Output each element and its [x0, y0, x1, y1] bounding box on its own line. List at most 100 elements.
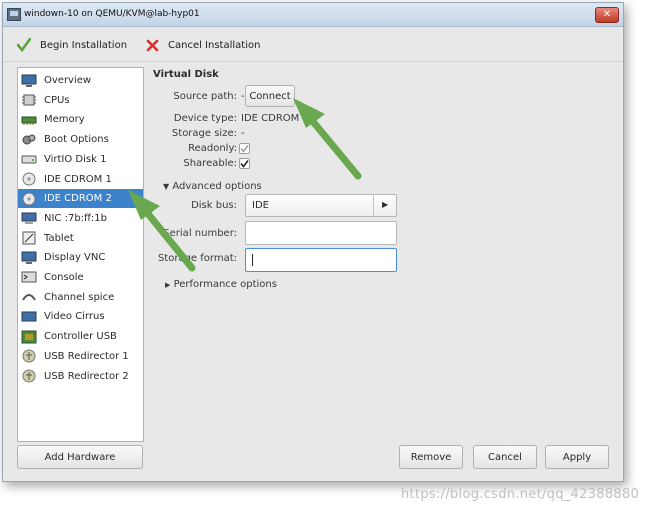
begin-installation-button[interactable]: Begin Installation: [17, 35, 127, 55]
detail-panel: Virtual Disk Source path: - Connect Devi…: [153, 63, 613, 443]
device-type-label: Device type:: [173, 113, 237, 124]
storage-format-field[interactable]: [245, 248, 397, 272]
remove-button[interactable]: Remove: [399, 445, 463, 469]
watermark: https://blog.csdn.net/qq_42388880: [401, 487, 640, 502]
controller-icon: [21, 330, 37, 344]
sidebar-item-label: CPUs: [44, 94, 70, 106]
cdrom-icon: [21, 172, 37, 186]
cancel-installation-label: Cancel Installation: [168, 39, 261, 51]
sidebar-item-channel-spice[interactable]: Channel spice: [18, 288, 143, 307]
sidebar-item-memory[interactable]: Memory: [18, 110, 143, 129]
nic-icon: [21, 211, 37, 225]
sidebar-item-label: IDE CDROM 1: [44, 173, 112, 185]
expander-open-icon: ▼: [163, 182, 170, 191]
disk-bus-select[interactable]: IDE ▶: [245, 194, 397, 217]
disk-bus-dropdown[interactable]: ▶: [373, 195, 396, 216]
sidebar-item-usb-redirector-2[interactable]: USB Redirector 2: [18, 367, 143, 386]
sidebar-item-video-cirrus[interactable]: Video Cirrus: [18, 307, 143, 326]
readonly-checkbox[interactable]: [239, 143, 250, 154]
sidebar-item-usb-redirector-1[interactable]: USB Redirector 1: [18, 347, 143, 366]
sidebar-item-ide-cdrom-1[interactable]: IDE CDROM 1: [18, 170, 143, 189]
close-icon: ✕: [602, 9, 612, 20]
cancel-x-icon: [146, 39, 159, 51]
vm-details-window: windown-10 on QEMU/KVM@lab-hyp01 ✕ Begin…: [2, 2, 624, 482]
connect-label: Connect: [249, 90, 291, 102]
section-title: Virtual Disk: [153, 69, 219, 80]
memory-icon: [21, 113, 37, 127]
apply-label: Apply: [562, 451, 592, 463]
advanced-options-expander[interactable]: ▼ Advanced options: [163, 181, 262, 192]
add-hardware-button[interactable]: Add Hardware: [17, 445, 143, 469]
window-title: windown-10 on QEMU/KVM@lab-hyp01: [24, 9, 200, 19]
expander-closed-icon: ▶: [165, 281, 171, 289]
disk-bus-label: Disk bus:: [191, 200, 237, 211]
storage-format-label: Storage format:: [157, 253, 237, 264]
overview-icon: [21, 74, 37, 88]
console-icon: [21, 271, 37, 285]
performance-options-expander[interactable]: ▶ Performance options: [165, 279, 277, 290]
title-bar: windown-10 on QEMU/KVM@lab-hyp01 ✕: [3, 3, 623, 27]
app-icon: [7, 8, 21, 21]
cancel-installation-button[interactable]: Cancel Installation: [146, 35, 260, 55]
advanced-options-label: Advanced options: [172, 181, 262, 192]
sidebar-item-label: Video Cirrus: [44, 311, 105, 323]
cdrom-icon: [21, 192, 37, 206]
storage-size-value: -: [241, 128, 245, 139]
sidebar-item-label: VirtIO Disk 1: [44, 153, 107, 165]
sidebar-item-label: Boot Options: [44, 134, 109, 146]
sidebar-item-label: USB Redirector 2: [44, 370, 129, 382]
sidebar-item-virtio-disk-1[interactable]: VirtIO Disk 1: [18, 150, 143, 169]
sidebar-item-label: Controller USB: [44, 331, 117, 343]
usb-icon: [21, 369, 37, 383]
text-cursor: [252, 254, 253, 266]
display-icon: [21, 251, 37, 265]
shareable-checkbox[interactable]: [239, 158, 250, 169]
cancel-label: Cancel: [488, 451, 522, 463]
sidebar-item-label: Overview: [44, 75, 92, 86]
sidebar-item-label: Channel spice: [44, 291, 115, 303]
toolbar: Begin Installation Cancel Installation: [3, 27, 623, 62]
close-window-button[interactable]: ✕: [595, 7, 619, 23]
begin-installation-label: Begin Installation: [40, 39, 128, 51]
usb-icon: [21, 349, 37, 363]
checkmark-icon: [17, 38, 31, 52]
source-path-label: Source path:: [173, 91, 237, 102]
sidebar-item-label: Display VNC: [44, 252, 106, 264]
sidebar-item-label: IDE CDROM 2: [44, 193, 112, 205]
disk-bus-value: IDE: [252, 200, 269, 211]
add-hardware-label: Add Hardware: [44, 451, 116, 463]
sidebar-item-display-vnc[interactable]: Display VNC: [18, 248, 143, 267]
sidebar-item-console[interactable]: Console: [18, 268, 143, 287]
storage-size-label: Storage size:: [171, 128, 237, 139]
serial-number-label: Serial number:: [163, 228, 237, 239]
performance-options-label: Performance options: [173, 279, 277, 290]
connect-button[interactable]: Connect: [245, 85, 295, 107]
sidebar-item-nic-7b-ff-1b[interactable]: NIC :7b:ff:1b: [18, 209, 143, 228]
disk-icon: [21, 152, 37, 166]
shareable-label: Shareable:: [183, 158, 237, 169]
cancel-button[interactable]: Cancel: [473, 445, 537, 469]
chevron-right-icon: ▶: [382, 200, 389, 209]
channel-icon: [21, 290, 37, 304]
checkmark-icon: [240, 160, 249, 168]
sidebar-item-tablet[interactable]: Tablet: [18, 229, 143, 248]
sidebar-item-label: Console: [44, 272, 84, 283]
remove-label: Remove: [410, 451, 452, 463]
sidebar-item-cpus[interactable]: CPUs: [18, 91, 143, 110]
tablet-icon: [21, 231, 37, 245]
sidebar-item-boot-options[interactable]: Boot Options: [18, 130, 143, 149]
serial-number-field[interactable]: [245, 221, 397, 245]
sidebar-item-controller-usb[interactable]: Controller USB: [18, 327, 143, 346]
video-icon: [21, 310, 37, 324]
sidebar-item-label: NIC :7b:ff:1b: [44, 212, 108, 224]
boot-options-icon: [21, 133, 37, 147]
checkmark-icon: [240, 145, 249, 153]
sidebar-item-ide-cdrom-2[interactable]: IDE CDROM 2: [18, 189, 143, 209]
apply-button[interactable]: Apply: [545, 445, 609, 469]
sidebar-item-label: USB Redirector 1: [44, 350, 129, 362]
sidebar-item-overview[interactable]: Overview: [18, 71, 143, 90]
sidebar-item-label: Tablet: [44, 232, 74, 244]
sidebar-item-label: Memory: [44, 114, 85, 126]
cpu-icon: [21, 93, 37, 107]
hardware-list: Overview CPUs Memory Boot Options VirtIO Dis…: [17, 67, 144, 442]
